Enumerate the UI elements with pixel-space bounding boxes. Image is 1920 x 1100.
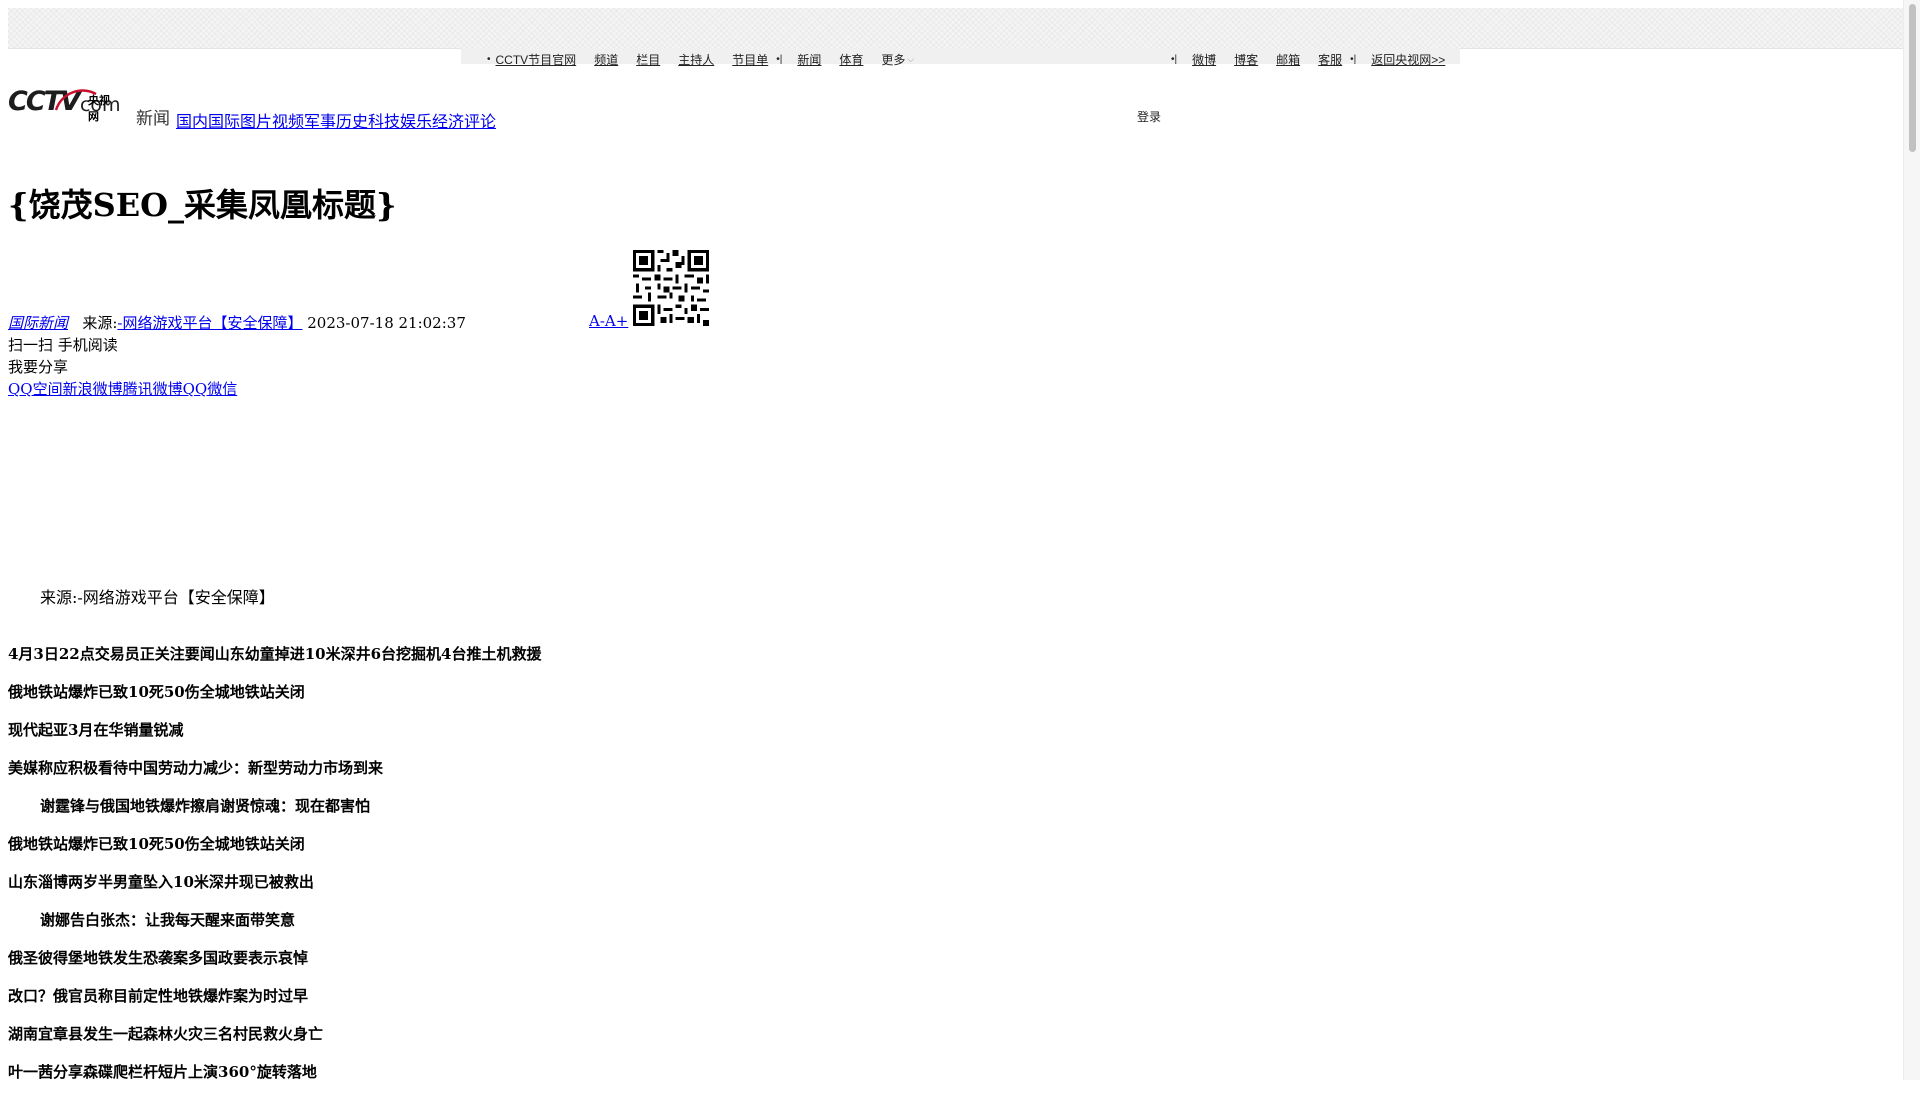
channel-links[interactable]: 国内国际图片视频军事历史科技娱乐经济评论	[176, 112, 496, 131]
nav-sports[interactable]: 体育	[839, 51, 863, 68]
nav-cctv-official[interactable]: CCTV节目官网	[496, 51, 577, 68]
share-links: QQ空间新浪微博腾讯微博QQ微信	[8, 378, 237, 399]
source-link[interactable]: -网络游戏平台【安全保障】	[117, 314, 302, 332]
top-banner	[8, 8, 1904, 49]
headline-item: 谢霆锋与俄国地铁爆炸擦肩谢贤惊魂：现在都害怕	[40, 797, 371, 815]
logo-cn-text: 央视网	[88, 94, 110, 123]
publish-datetime: 2023-07-18 21:02:37	[307, 314, 466, 332]
nav-more[interactable]: 更多 ⌵	[881, 51, 914, 68]
font-decrease-button[interactable]: A-	[589, 312, 605, 330]
nav-service[interactable]: 客服	[1318, 51, 1342, 68]
source-prefix: 来源:	[82, 314, 118, 332]
bullet: •|	[776, 53, 783, 65]
qr-code-icon	[633, 250, 709, 326]
share-label: 我要分享	[8, 358, 69, 376]
headline-item: 现代起亚3月在华销量锐减	[8, 721, 184, 739]
channel-nav: 国内国际图片视频军事历史科技娱乐经济评论	[176, 108, 496, 132]
scrollbar-thumb[interactable]	[1909, 4, 1916, 152]
font-size-controls: A-A+	[589, 312, 628, 330]
headline-item: 山东淄博两岁半男童坠入10米深井现已被救出	[8, 873, 314, 891]
login-link[interactable]: 登录	[1137, 108, 1161, 125]
headline-item: 湖南宜章县发生一起森林火灾三名村民救火身亡	[8, 1025, 324, 1043]
article-source-line: 来源:-网络游戏平台【安全保障】	[40, 588, 275, 607]
cctv-logo[interactable]: CCTV com 央视网	[8, 88, 121, 123]
headline-item: 4月3日22点交易员正关注要闻山东幼童掉进10米深井6台挖掘机4台推土机救援	[8, 645, 542, 663]
nav-mail[interactable]: 邮箱	[1276, 51, 1300, 68]
headline-item: 谢娜告白张杰：让我每天醒来面带笑意	[40, 911, 296, 929]
article-meta: 国际新闻 来源:-网络游戏平台【安全保障】 2023-07-18 21:02:3…	[8, 312, 466, 333]
headline-item: 改口？俄官员称目前定性地铁爆炸案为时过早	[8, 987, 309, 1005]
section-label: 新闻	[136, 109, 170, 129]
scrollbar[interactable]	[1903, 0, 1920, 1080]
top-nav-right: •| 微博 博客 邮箱 客服 •| 返回央视网>>	[1171, 51, 1463, 68]
scan-to-read: 扫一扫 手机阅读	[8, 336, 118, 354]
nav-return-cctv[interactable]: 返回央视网>>	[1371, 51, 1445, 68]
nav-hosts[interactable]: 主持人	[678, 51, 714, 68]
font-increase-button[interactable]: A+	[605, 312, 628, 330]
bullet: •|	[1171, 53, 1178, 65]
nav-columns[interactable]: 栏目	[636, 51, 660, 68]
headline-item: 俄地铁站爆炸已致10死50伤全城地铁站关闭	[8, 683, 305, 701]
category-link[interactable]: 国际新闻	[8, 314, 68, 332]
headline-list: 4月3日22点交易员正关注要闻山东幼童掉进10米深井6台挖掘机4台推土机救援 俄地…	[8, 644, 908, 1100]
nav-news[interactable]: 新闻	[797, 51, 821, 68]
nav-weibo[interactable]: 微博	[1192, 51, 1216, 68]
chevron-down-icon: ⌵	[907, 53, 915, 64]
nav-channels[interactable]: 频道	[594, 51, 618, 68]
headline-item: 叶一茜分享森碟爬栏杆短片上演360°旋转落地	[8, 1063, 317, 1081]
headline-item: 美媒称应积极看待中国劳动力减少：新型劳动力市场到来	[8, 759, 384, 777]
share-buttons[interactable]: QQ空间新浪微博腾讯微博QQ微信	[8, 380, 237, 398]
headline-item: 俄圣彼得堡地铁发生恐袭案多国政要表示哀悼	[8, 949, 309, 967]
bullet: •	[487, 53, 491, 65]
nav-more-label: 更多	[881, 52, 906, 67]
bullet: •|	[1350, 53, 1357, 65]
top-nav-left: • CCTV节目官网 频道 栏目 主持人 节目单 •| 新闻 体育 更多 ⌵	[487, 51, 922, 68]
nav-blog[interactable]: 博客	[1234, 51, 1258, 68]
article-title: {饶茂SEO_采集凤凰标题}	[8, 186, 397, 224]
nav-schedule[interactable]: 节目单	[732, 51, 768, 68]
headline-item: 俄地铁站爆炸已致10死50伤全城地铁站关闭	[8, 835, 305, 853]
